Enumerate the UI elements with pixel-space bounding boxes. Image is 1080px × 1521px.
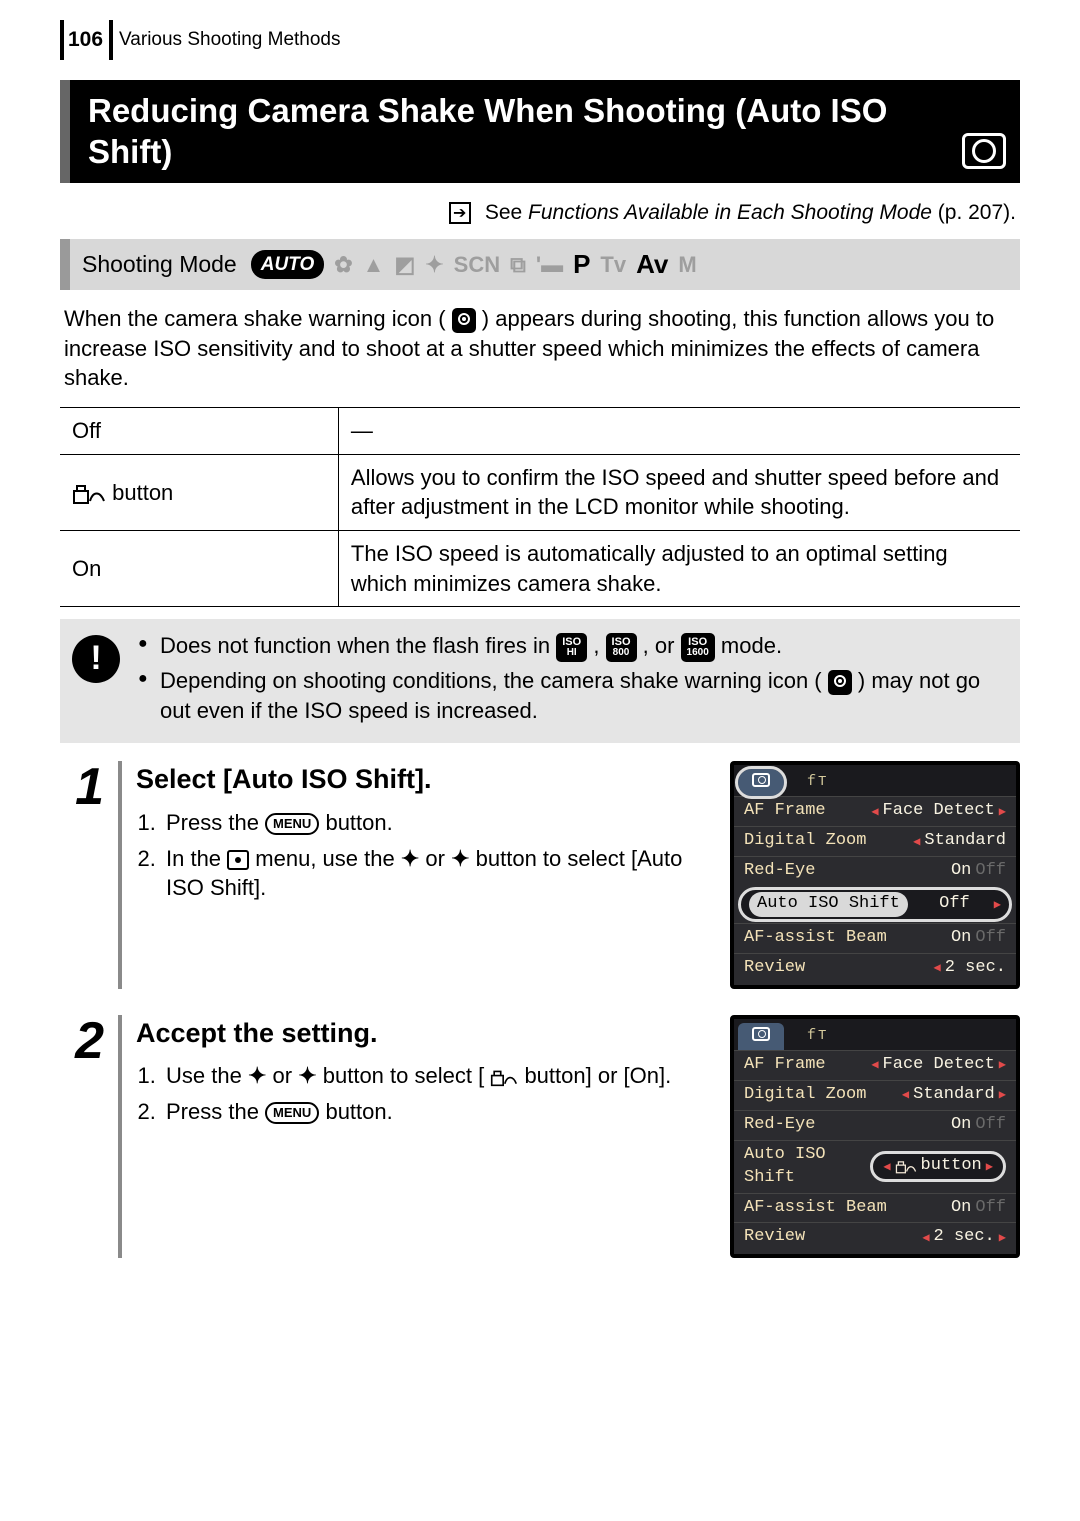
iso-1600-icon: ISO1600	[681, 633, 715, 662]
option-desc: The ISO speed is automatically adjusted …	[338, 531, 1020, 607]
lcd-tab-tools: ｆT	[790, 1023, 840, 1050]
lcd-tabs: ｆT	[734, 765, 1016, 796]
print-share-icon	[490, 1069, 518, 1087]
mode-portrait-icon: ✿	[334, 250, 352, 280]
lcd-screenshot: ｆT AF Frame ◀Face Detect▶ Digital Zoom ◀…	[730, 1015, 1020, 1258]
down-arrow-icon: ✦	[451, 846, 469, 871]
option-label: Off	[60, 408, 338, 455]
camera-shake-icon	[828, 670, 852, 695]
camera-shake-icon	[452, 308, 476, 333]
table-row: Off —	[60, 408, 1020, 455]
page-header: 106 Various Shooting Methods	[60, 20, 1020, 60]
print-share-icon	[72, 483, 106, 505]
menu-button-icon: MENU	[265, 1102, 319, 1124]
option-label: button	[60, 454, 338, 530]
step-1: 1 Select [Auto ISO Shift]. Press the MEN…	[60, 761, 1020, 989]
print-share-icon	[895, 1160, 917, 1174]
mode-scn-icon: SCN	[454, 250, 500, 280]
step-title: Select [Auto ISO Shift].	[136, 761, 714, 797]
mode-movie-icon: '▬	[536, 250, 563, 280]
shooting-mode-icons: AUTO ✿ ▲ ◩ ✦ SCN ⧉ '▬ P Tv Av M	[251, 247, 1008, 282]
mode-auto-icon: AUTO	[251, 250, 324, 280]
left-arrow-icon: ✦	[248, 1063, 266, 1088]
rec-menu-icon	[227, 850, 249, 870]
see-prefix: See	[485, 201, 528, 224]
substep: Use the ✦ or ✦ button to select [ button…	[162, 1061, 714, 1091]
iso-800-icon: ISO800	[606, 633, 637, 662]
warning-item: Does not function when the flash fires i…	[138, 631, 1004, 662]
shooting-mode-bar: Shooting Mode AUTO ✿ ▲ ◩ ✦ SCN ⧉ '▬ P Tv…	[60, 239, 1020, 290]
lcd-row: Red-Eye On Off	[734, 856, 1016, 886]
step-number: 2	[60, 1015, 104, 1258]
step-title: Accept the setting.	[136, 1015, 714, 1051]
lcd-tab-tools: ｆT	[790, 769, 840, 796]
step-divider	[118, 761, 122, 989]
shooting-mode-label: Shooting Mode	[82, 249, 237, 280]
step-2: 2 Accept the setting. Use the ✦ or ✦ but…	[60, 1015, 1020, 1258]
mode-p-icon: P	[573, 247, 590, 282]
lcd-row: Digital Zoom ◀Standard▶	[734, 1080, 1016, 1110]
table-row: button Allows you to confirm the ISO spe…	[60, 454, 1020, 530]
section-title-text: Reducing Camera Shake When Shooting (Aut…	[88, 90, 962, 173]
page-number: 106	[64, 26, 109, 54]
lcd-row: AF-assist Beam On Off	[734, 923, 1016, 953]
section-title: Reducing Camera Shake When Shooting (Aut…	[60, 80, 1020, 183]
menu-button-icon: MENU	[265, 813, 319, 835]
options-table: Off — button Allows you to confirm the I…	[60, 407, 1020, 607]
mode-stitch-icon: ⧉	[510, 250, 526, 280]
substep: Press the MENU button.	[162, 808, 714, 838]
warning-item: Depending on shooting conditions, the ca…	[138, 666, 1004, 725]
option-label: On	[60, 531, 338, 607]
see-reference: See Functions Available in Each Shooting…	[60, 193, 1020, 239]
up-arrow-icon: ✦	[401, 846, 419, 871]
intro-paragraph: When the camera shake warning icon ( ) a…	[64, 304, 1016, 393]
substep: In the menu, use the ✦ or ✦ button to se…	[162, 844, 714, 903]
table-row: On The ISO speed is automatically adjust…	[60, 531, 1020, 607]
see-page-ref: (p. 207).	[938, 201, 1016, 224]
breadcrumb: Various Shooting Methods	[109, 27, 340, 53]
lcd-row: AF-assist Beam On Off	[734, 1193, 1016, 1223]
step-substeps: Press the MENU button. In the menu, use …	[136, 808, 714, 903]
mode-night-icon: ◩	[394, 250, 415, 280]
option-desc: —	[338, 408, 1020, 455]
mode-av-icon: Av	[636, 247, 668, 282]
lcd-row: Digital Zoom ◀Standard	[734, 826, 1016, 856]
camera-icon	[962, 133, 1006, 169]
warning-list: Does not function when the flash fires i…	[138, 631, 1004, 729]
mode-landscape-icon: ▲	[363, 250, 385, 280]
substep: Press the MENU button.	[162, 1097, 714, 1127]
lcd-row-highlighted: Auto ISO Shift ◀ button▶	[734, 1140, 1016, 1193]
mode-tv-icon: Tv	[600, 250, 626, 280]
step-substeps: Use the ✦ or ✦ button to select [ button…	[136, 1061, 714, 1126]
lcd-row: AF Frame ◀Face Detect▶	[734, 796, 1016, 826]
lcd-row: AF Frame ◀Face Detect▶	[734, 1050, 1016, 1080]
warning-box: ! Does not function when the flash fires…	[60, 619, 1020, 743]
link-arrow-icon	[449, 202, 471, 224]
mode-kids-icon: ✦	[425, 250, 443, 280]
lcd-tab-camera	[738, 769, 784, 796]
step-divider	[118, 1015, 122, 1258]
step-number: 1	[60, 761, 104, 989]
option-desc: Allows you to confirm the ISO speed and …	[338, 454, 1020, 530]
right-arrow-icon: ✦	[298, 1063, 316, 1088]
lcd-row: Review ◀2 sec.▶	[734, 1222, 1016, 1252]
lcd-row-highlighted: Auto ISO Shift Off▶	[738, 887, 1012, 922]
lcd-row: Review ◀2 sec.	[734, 953, 1016, 983]
iso-hi-icon: ISOHI	[556, 633, 587, 662]
see-link-text: Functions Available in Each Shooting Mod…	[528, 201, 932, 224]
lcd-tabs: ｆT	[734, 1019, 1016, 1050]
mode-m-icon: M	[678, 250, 696, 280]
lcd-screenshot: ｆT AF Frame ◀Face Detect▶ Digital Zoom ◀…	[730, 761, 1020, 989]
warning-icon: !	[72, 635, 120, 683]
lcd-tab-camera	[738, 1023, 784, 1050]
lcd-row: Red-Eye On Off	[734, 1110, 1016, 1140]
